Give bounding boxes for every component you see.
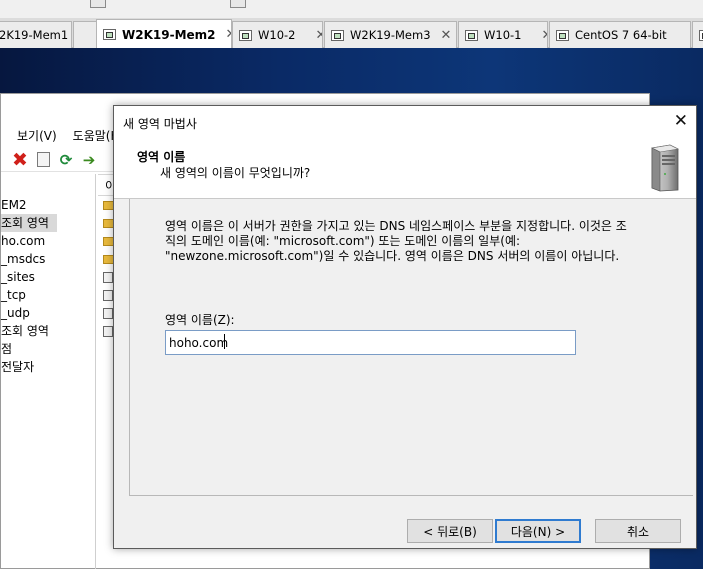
export-icon[interactable]: ➔ (80, 151, 98, 169)
tree-item[interactable]: _sites (1, 268, 95, 286)
record-icon (103, 325, 113, 337)
tree-item[interactable]: 전달자 (1, 358, 95, 376)
vm-icon (465, 29, 478, 41)
tab-overflow[interactable] (692, 21, 703, 48)
wizard-header: 영역 이름 새 영역의 이름이 무엇입니까? (114, 137, 696, 199)
wizard-body-border (129, 495, 693, 496)
toolbar-icon[interactable] (230, 0, 246, 8)
tree-item[interactable]: _tcp (1, 286, 95, 304)
description-line: 영역 이름은 이 서버가 권한을 가지고 있는 DNS 네임스페이스 부분을 지… (165, 219, 627, 233)
vm-icon (699, 29, 703, 41)
tab-centos[interactable]: CentOS 7 64-bit (549, 21, 691, 48)
vmware-toolbar-strip (0, 0, 703, 18)
vm-icon (556, 29, 569, 41)
tab-label: W10-1 (484, 28, 522, 42)
delete-icon[interactable]: ✖ (11, 149, 29, 171)
tab-label: W2K19-Mem2 (122, 27, 216, 42)
vm-icon (103, 29, 116, 40)
vm-tab-bar: 2K19-Mem1 W2K19-Mem2 ✕ W10-2 ✕ W2K19-Mem… (0, 18, 703, 49)
tab-2k19-mem1[interactable]: 2K19-Mem1 (0, 21, 72, 48)
wizard-subheading: 새 영역의 이름이 무엇입니까? (160, 166, 311, 180)
tree-item[interactable]: EM2 (1, 196, 95, 214)
description-line: 직의 도메인 이름(예: "microsoft.com") 또는 도메인 이름의… (165, 234, 521, 248)
tree-item[interactable]: ho.com (1, 232, 95, 250)
record-icon (103, 289, 113, 301)
zone-name-label: 영역 이름(Z): (165, 313, 235, 327)
vm-icon (239, 29, 252, 41)
refresh-icon[interactable]: ⟳ (57, 151, 75, 169)
wizard-heading: 영역 이름 (137, 150, 186, 164)
tree-item[interactable]: _msdcs (1, 250, 95, 268)
wizard-titlebar: 새 영역 마법사 ✕ (114, 106, 696, 137)
tab-label: 2K19-Mem1 (0, 28, 69, 42)
tab-w10-2[interactable]: W10-2 ✕ (232, 21, 323, 48)
close-icon[interactable]: ✕ (315, 28, 322, 43)
dns-tree: EM2 조회 영역 ho.com _msdcs _sites _tcp _udp… (1, 174, 96, 569)
zone-name-input[interactable] (165, 330, 576, 355)
vm-icon (331, 29, 344, 41)
close-icon[interactable]: ✕ (674, 111, 688, 131)
tab-w2k19-mem2[interactable]: W2K19-Mem2 ✕ (96, 19, 232, 49)
tree-item[interactable]: _udp (1, 304, 95, 322)
tab-w2k19-mem3[interactable]: W2K19-Mem3 ✕ (324, 21, 457, 48)
description-line: "newzone.microsoft.com")일 수 있습니다. 영역 이름은… (165, 249, 620, 263)
back-button[interactable]: < 뒤로(B) (407, 519, 493, 543)
close-icon[interactable]: ✕ (541, 28, 547, 43)
tree-item[interactable]: 조회 영역 (1, 214, 57, 232)
cancel-button[interactable]: 취소 (595, 519, 681, 543)
tab-label: W10-2 (258, 28, 296, 42)
record-icon (103, 271, 113, 283)
tab-label: W2K19-Mem3 (350, 28, 431, 42)
server-icon (651, 144, 679, 192)
properties-icon[interactable] (34, 151, 52, 169)
close-icon[interactable]: ✕ (441, 28, 452, 43)
text-caret (224, 334, 225, 349)
tree-item[interactable]: 조회 영역 (1, 322, 95, 340)
tree-item[interactable]: 점 (1, 340, 95, 358)
wizard-description: 영역 이름은 이 서버가 권한을 가지고 있는 DNS 네임스페이스 부분을 지… (165, 219, 670, 264)
wizard-body-border (129, 199, 130, 496)
tab-w10-1[interactable]: W10-1 ✕ (458, 21, 548, 48)
wizard-title: 새 영역 마법사 (123, 117, 197, 131)
toolbar-icon[interactable] (90, 0, 106, 8)
new-zone-wizard-dialog: 새 영역 마법사 ✕ 영역 이름 새 영역의 이름이 무엇입니까? 영역 이름은 (113, 105, 697, 549)
menu-view[interactable]: 보기(V) (17, 127, 57, 144)
record-icon (103, 307, 113, 319)
next-button[interactable]: 다음(N) > (495, 519, 581, 543)
tab-label: CentOS 7 64-bit (575, 28, 667, 42)
